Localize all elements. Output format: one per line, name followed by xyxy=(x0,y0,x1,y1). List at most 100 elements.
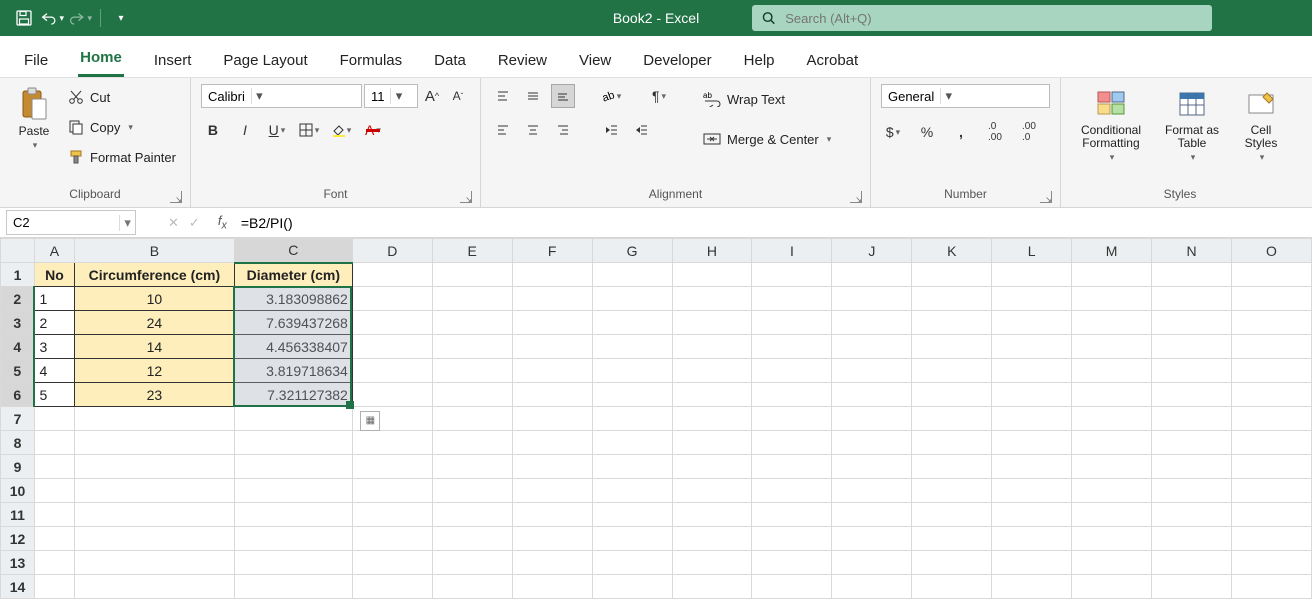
cell-J1[interactable] xyxy=(832,263,912,287)
cell-J11[interactable] xyxy=(832,503,912,527)
cell-A10[interactable] xyxy=(34,479,74,503)
cell-N4[interactable] xyxy=(1152,335,1232,359)
italic-button[interactable]: I xyxy=(233,118,257,142)
cell-G9[interactable] xyxy=(592,455,672,479)
cell-C2[interactable]: 3.183098862 xyxy=(234,287,352,311)
cell-N5[interactable] xyxy=(1152,359,1232,383)
cell-E7[interactable] xyxy=(432,407,512,431)
formula-input[interactable] xyxy=(235,208,1312,237)
cell-L10[interactable] xyxy=(992,479,1072,503)
cell-B2[interactable]: 10 xyxy=(74,287,234,311)
cell-K13[interactable] xyxy=(912,551,992,575)
tab-page-layout[interactable]: Page Layout xyxy=(221,42,309,77)
cell-M5[interactable] xyxy=(1072,359,1152,383)
align-middle[interactable] xyxy=(521,84,545,108)
cell-K7[interactable] xyxy=(912,407,992,431)
cell-L2[interactable] xyxy=(992,287,1072,311)
cell-N7[interactable] xyxy=(1152,407,1232,431)
cell-H3[interactable] xyxy=(672,311,752,335)
bold-button[interactable]: B xyxy=(201,118,225,142)
cell-K11[interactable] xyxy=(912,503,992,527)
cell-H11[interactable] xyxy=(672,503,752,527)
cell-B13[interactable] xyxy=(74,551,234,575)
cell-F13[interactable] xyxy=(512,551,592,575)
cell-L7[interactable] xyxy=(992,407,1072,431)
cell-I13[interactable] xyxy=(752,551,832,575)
cell-I8[interactable] xyxy=(752,431,832,455)
cell-N10[interactable] xyxy=(1152,479,1232,503)
cell-K9[interactable] xyxy=(912,455,992,479)
cell-N12[interactable] xyxy=(1152,527,1232,551)
cell-B5[interactable]: 12 xyxy=(74,359,234,383)
cell-I10[interactable] xyxy=(752,479,832,503)
cell-A5[interactable]: 4 xyxy=(34,359,74,383)
cell-E12[interactable] xyxy=(432,527,512,551)
cell-O13[interactable] xyxy=(1231,551,1311,575)
column-header-H[interactable]: H xyxy=(672,239,752,263)
cell-B14[interactable] xyxy=(74,575,234,599)
cell-L6[interactable] xyxy=(992,383,1072,407)
cell-E2[interactable] xyxy=(432,287,512,311)
cell-L3[interactable] xyxy=(992,311,1072,335)
cell-A6[interactable]: 5 xyxy=(34,383,74,407)
name-box[interactable]: ▾ xyxy=(6,210,136,235)
borders-button[interactable]: ▾ xyxy=(297,118,321,142)
cell-K12[interactable] xyxy=(912,527,992,551)
cell-C8[interactable] xyxy=(234,431,352,455)
cell-C9[interactable] xyxy=(234,455,352,479)
cell-E1[interactable] xyxy=(432,263,512,287)
cell-C11[interactable] xyxy=(234,503,352,527)
cell-F2[interactable] xyxy=(512,287,592,311)
cell-J4[interactable] xyxy=(832,335,912,359)
cell-F9[interactable] xyxy=(512,455,592,479)
cell-N3[interactable] xyxy=(1152,311,1232,335)
cell-J2[interactable] xyxy=(832,287,912,311)
cell-G6[interactable] xyxy=(592,383,672,407)
column-header-C[interactable]: C xyxy=(234,239,352,263)
percent-button[interactable]: % xyxy=(915,120,939,144)
cell-F5[interactable] xyxy=(512,359,592,383)
cell-M6[interactable] xyxy=(1072,383,1152,407)
cell-A13[interactable] xyxy=(34,551,74,575)
save-button[interactable] xyxy=(12,6,36,30)
cell-H6[interactable] xyxy=(672,383,752,407)
cell-J5[interactable] xyxy=(832,359,912,383)
row-header-3[interactable]: 3 xyxy=(1,311,35,335)
cell-A9[interactable] xyxy=(34,455,74,479)
cell-G5[interactable] xyxy=(592,359,672,383)
tab-view[interactable]: View xyxy=(577,42,613,77)
cell-F11[interactable] xyxy=(512,503,592,527)
cell-B12[interactable] xyxy=(74,527,234,551)
increase-decimal[interactable]: .0.00 xyxy=(983,120,1007,144)
tab-formulas[interactable]: Formulas xyxy=(338,42,405,77)
cell-A4[interactable]: 3 xyxy=(34,335,74,359)
column-header-F[interactable]: F xyxy=(512,239,592,263)
cell-E14[interactable] xyxy=(432,575,512,599)
cell-M11[interactable] xyxy=(1072,503,1152,527)
cell-I11[interactable] xyxy=(752,503,832,527)
cell-M7[interactable] xyxy=(1072,407,1152,431)
cell-A1[interactable]: No xyxy=(34,263,74,287)
cell-H5[interactable] xyxy=(672,359,752,383)
cell-L11[interactable] xyxy=(992,503,1072,527)
cell-G8[interactable] xyxy=(592,431,672,455)
cell-D12[interactable] xyxy=(352,527,432,551)
cell-M3[interactable] xyxy=(1072,311,1152,335)
cell-A2[interactable]: 1 xyxy=(34,287,74,311)
cell-D4[interactable] xyxy=(352,335,432,359)
cell-I9[interactable] xyxy=(752,455,832,479)
currency-button[interactable]: $▾ xyxy=(881,120,905,144)
row-header-13[interactable]: 13 xyxy=(1,551,35,575)
cell-C12[interactable] xyxy=(234,527,352,551)
cell-L1[interactable] xyxy=(992,263,1072,287)
qat-customize[interactable]: ▾ xyxy=(109,6,133,30)
cell-M9[interactable] xyxy=(1072,455,1152,479)
cell-L9[interactable] xyxy=(992,455,1072,479)
cell-G12[interactable] xyxy=(592,527,672,551)
tab-file[interactable]: File xyxy=(22,42,50,77)
column-header-O[interactable]: O xyxy=(1231,239,1311,263)
row-header-7[interactable]: 7 xyxy=(1,407,35,431)
cell-D2[interactable] xyxy=(352,287,432,311)
cell-N11[interactable] xyxy=(1152,503,1232,527)
cell-H2[interactable] xyxy=(672,287,752,311)
